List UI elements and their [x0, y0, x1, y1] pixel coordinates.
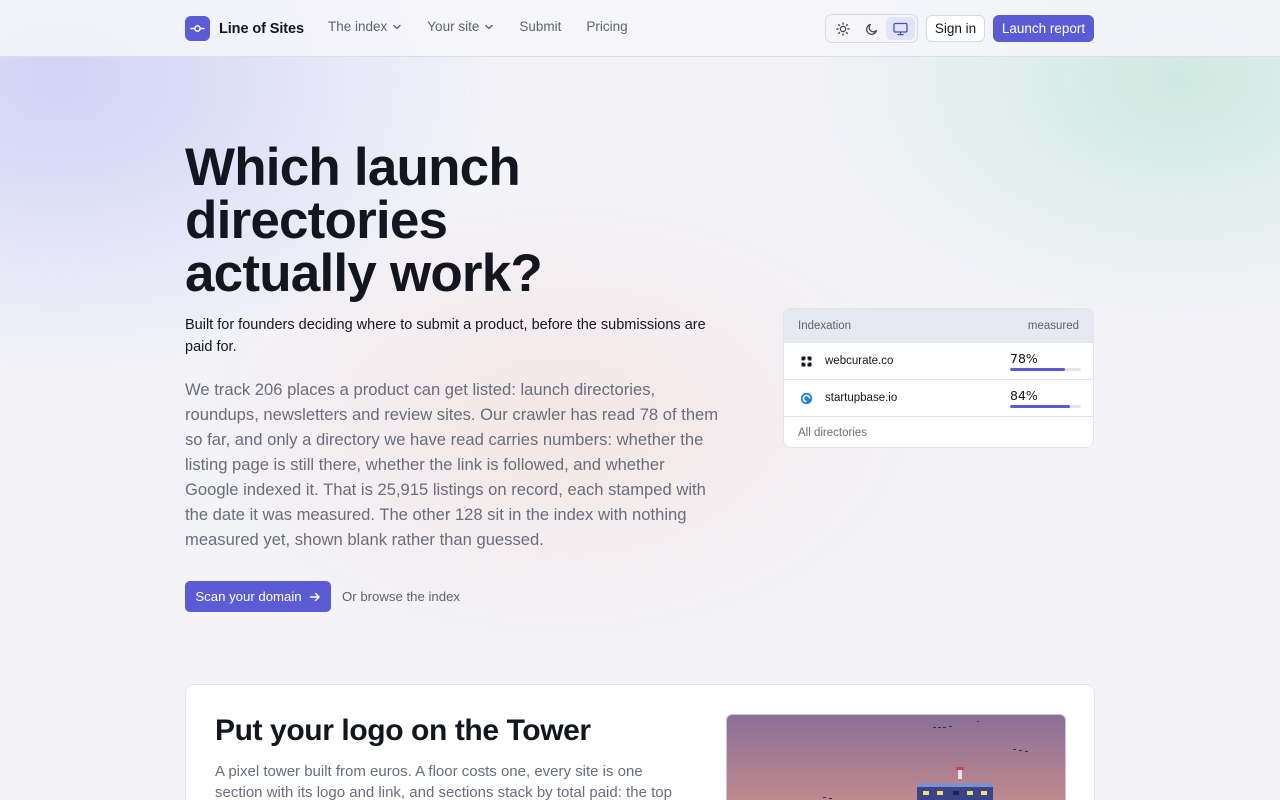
- hero-title-line: actually work?: [185, 244, 543, 303]
- indexation-row[interactable]: startupbase.io 84%: [784, 379, 1093, 416]
- indexation-percent: 78%: [1010, 351, 1038, 366]
- site-name: startupbase.io: [825, 392, 898, 404]
- nav-link-label: Your site: [427, 19, 480, 34]
- indexation-card: Indexation measured webcurate.co 78% sta…: [783, 308, 1094, 448]
- nav-link-your-site[interactable]: Your site: [427, 19, 494, 34]
- hero-body: We track 206 places a product can get li…: [185, 380, 719, 549]
- hero-title-line: Which launch: [185, 138, 521, 197]
- line-of-sites-logo-icon: [185, 16, 210, 41]
- browse-index-link[interactable]: Or browse the index: [342, 589, 460, 604]
- tower-body: A pixel tower built from euros. A floor …: [215, 763, 672, 800]
- scan-domain-label: Scan your domain: [195, 589, 302, 604]
- nav-link-pricing[interactable]: Pricing: [586, 19, 627, 34]
- theme-dark-button[interactable]: [857, 17, 886, 40]
- tower-title: Put your logo on the Tower: [215, 714, 591, 747]
- top-nav: Line of Sites The index Your site Submit…: [0, 0, 1280, 57]
- nav-links: The index Your site Submit Pricing: [328, 19, 653, 34]
- startupbase-icon: [798, 390, 814, 406]
- scan-domain-button[interactable]: Scan your domain: [185, 581, 331, 612]
- webcurate-icon: [798, 353, 814, 369]
- chevron-down-icon: [393, 24, 401, 29]
- theme-switcher: [825, 14, 918, 43]
- brand-name: Line of Sites: [219, 20, 304, 37]
- indexation-percent: 84%: [1010, 388, 1038, 403]
- indexation-header-label: Indexation: [798, 319, 852, 332]
- nav-link-the-index[interactable]: The index: [328, 19, 402, 34]
- tower-illustration-graphic: [727, 715, 1065, 800]
- nav-link-label: Submit: [519, 19, 562, 34]
- theme-light-button[interactable]: [828, 17, 857, 40]
- chevron-down-icon: [485, 24, 494, 29]
- indexation-bar-fill: [1010, 405, 1070, 408]
- indexation-row[interactable]: webcurate.co 78%: [784, 342, 1093, 379]
- theme-system-button[interactable]: [886, 17, 915, 40]
- monitor-icon: [893, 22, 908, 35]
- nav-link-label: Pricing: [586, 19, 628, 34]
- nav-link-submit[interactable]: Submit: [519, 19, 561, 34]
- indexation-bar-fill: [1010, 368, 1066, 371]
- all-directories-link[interactable]: All directories: [784, 416, 1093, 447]
- indexation-header-measured: measured: [1027, 319, 1079, 332]
- sun-icon: [835, 21, 850, 36]
- hero-subtitle: Built for founders deciding where to sub…: [185, 317, 706, 355]
- brand[interactable]: Line of Sites: [185, 16, 304, 41]
- tower-section: Put your logo on the Tower A pixel tower…: [185, 684, 1095, 800]
- moon-icon: [865, 23, 877, 35]
- sign-in-button[interactable]: Sign in: [926, 15, 985, 42]
- tower-pixel-illustration[interactable]: [726, 714, 1066, 800]
- launch-report-button[interactable]: Launch report: [993, 15, 1094, 42]
- indexation-header: Indexation measured: [784, 309, 1093, 342]
- hero-title: Which launch directories actually work?: [185, 141, 745, 300]
- indexation-bar: [1010, 368, 1081, 371]
- hero-title-line: directories: [185, 191, 448, 250]
- site-name: webcurate.co: [825, 355, 894, 367]
- nav-link-label: The index: [328, 19, 388, 34]
- arrow-right-icon: [309, 592, 320, 601]
- indexation-bar: [1010, 405, 1081, 408]
